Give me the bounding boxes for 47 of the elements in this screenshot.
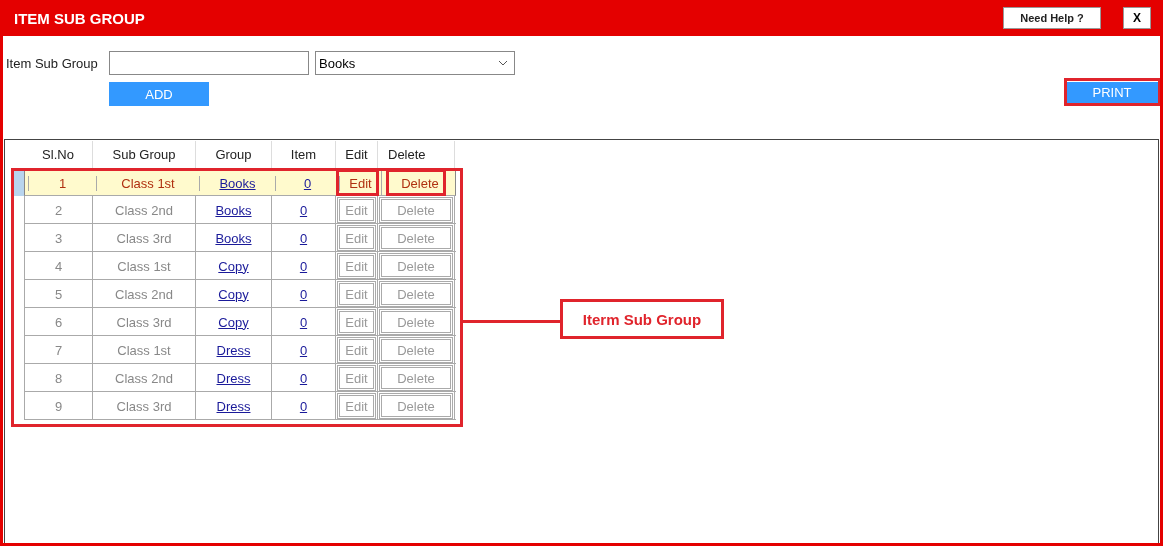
- group-link[interactable]: Dress: [216, 370, 251, 386]
- item-link[interactable]: 0: [299, 258, 308, 274]
- column-header: Delete: [378, 141, 455, 168]
- table-cell: 1: [28, 175, 97, 191]
- column-header: Edit: [336, 141, 378, 168]
- table-row[interactable]: 8 Class 2nd Dress 0 Edit Delete: [24, 364, 456, 392]
- table-row[interactable]: 3 Class 3rd Books 0 Edit Delete: [24, 224, 456, 252]
- table-row[interactable]: 7 Class 1st Dress 0 Edit Delete: [24, 336, 456, 364]
- item-link[interactable]: 0: [299, 314, 308, 330]
- item-link[interactable]: 0: [299, 286, 308, 302]
- column-header: Group: [196, 141, 272, 168]
- table-row[interactable]: 2 Class 2nd Books 0 Edit Delete: [24, 196, 456, 224]
- chevron-icon: [498, 60, 508, 66]
- callout-label: Iterm Sub Group: [560, 299, 724, 339]
- group-link[interactable]: Dress: [216, 342, 251, 358]
- group-link[interactable]: Dress: [216, 398, 251, 414]
- table-row[interactable]: 4 Class 1st Copy 0 Edit Delete: [24, 252, 456, 280]
- group-link[interactable]: Books: [219, 175, 256, 191]
- table-cell: Class 1st: [97, 175, 200, 191]
- item-link[interactable]: 0: [299, 202, 308, 218]
- field-label: Item Sub Group: [6, 55, 99, 71]
- group-select[interactable]: Books: [315, 51, 515, 75]
- item-link[interactable]: 0: [299, 398, 308, 414]
- table-cell: Class 3rd: [93, 392, 196, 419]
- item-link[interactable]: 0: [299, 230, 308, 246]
- sub-group-field[interactable]: [109, 51, 309, 75]
- item-link[interactable]: 0: [303, 175, 312, 191]
- table-row[interactable]: 5 Class 2nd Copy 0 Edit Delete: [24, 280, 456, 308]
- help-button[interactable]: Need Help ?: [1003, 7, 1101, 29]
- group-link[interactable]: Books: [215, 202, 252, 218]
- group-link[interactable]: Copy: [218, 314, 249, 330]
- group-link[interactable]: Copy: [218, 258, 249, 274]
- column-header: Sub Group: [93, 141, 196, 168]
- column-header: Item: [272, 141, 336, 168]
- group-link[interactable]: Books: [215, 230, 252, 246]
- table-cell: 9: [24, 392, 93, 419]
- item-link[interactable]: 0: [299, 342, 308, 358]
- close-button[interactable]: X: [1123, 7, 1151, 29]
- column-header: Sl.No: [24, 141, 93, 168]
- row-indicator: [14, 168, 24, 196]
- edit-button[interactable]: Edit: [341, 170, 380, 195]
- window-title: ITEM SUB GROUP: [14, 9, 146, 27]
- group-link[interactable]: Copy: [218, 286, 249, 302]
- table-row[interactable]: 9 Class 3rd Dress 0 Edit Delete: [24, 392, 456, 420]
- table-row[interactable]: 6 Class 3rd Copy 0 Edit Delete: [24, 308, 456, 336]
- delete-button[interactable]: Delete: [383, 170, 455, 195]
- item-link[interactable]: 0: [299, 370, 308, 386]
